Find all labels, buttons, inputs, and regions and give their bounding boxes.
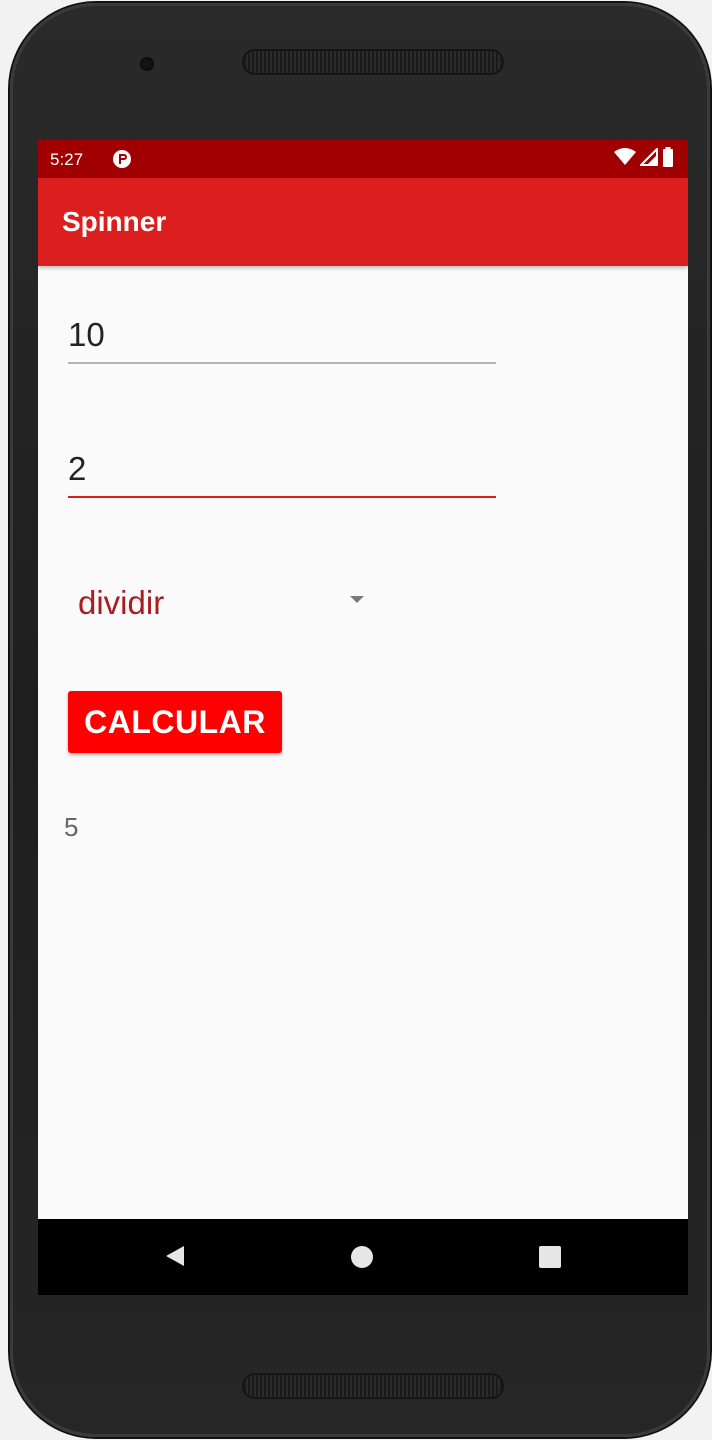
wifi-icon <box>614 147 636 171</box>
home-icon[interactable] <box>350 1245 374 1274</box>
second-number-underline <box>68 496 496 498</box>
status-time: 5:27 <box>50 150 84 169</box>
second-number-value: 2 <box>68 450 87 487</box>
back-icon[interactable] <box>162 1244 186 1273</box>
status-bar: 5:27 <box>38 140 688 178</box>
navigation-bar <box>38 1219 688 1295</box>
recents-icon[interactable] <box>538 1245 562 1274</box>
first-number-field[interactable]: 10 <box>68 308 496 364</box>
status-icons <box>614 146 674 172</box>
phone-screen: 5:27 Spinner 10 2 dividir CALCULAR 5 <box>38 140 688 1295</box>
top-speaker-grille <box>242 49 504 75</box>
second-number-field[interactable]: 2 <box>68 442 496 498</box>
app-notification-icon <box>112 149 132 169</box>
result-text: 5 <box>64 812 79 842</box>
first-number-underline <box>68 362 496 364</box>
dropdown-arrow-icon <box>348 592 366 610</box>
operation-spinner[interactable]: dividir <box>68 572 368 636</box>
first-number-value: 10 <box>68 316 105 353</box>
battery-icon <box>662 146 674 172</box>
operation-spinner-value: dividir <box>78 584 165 621</box>
front-camera <box>140 57 154 71</box>
signal-icon <box>638 146 658 171</box>
bottom-speaker-grille <box>242 1373 504 1399</box>
app-bar: Spinner <box>38 178 688 266</box>
calculate-button[interactable]: CALCULAR <box>68 691 282 753</box>
app-title: Spinner <box>62 206 167 237</box>
